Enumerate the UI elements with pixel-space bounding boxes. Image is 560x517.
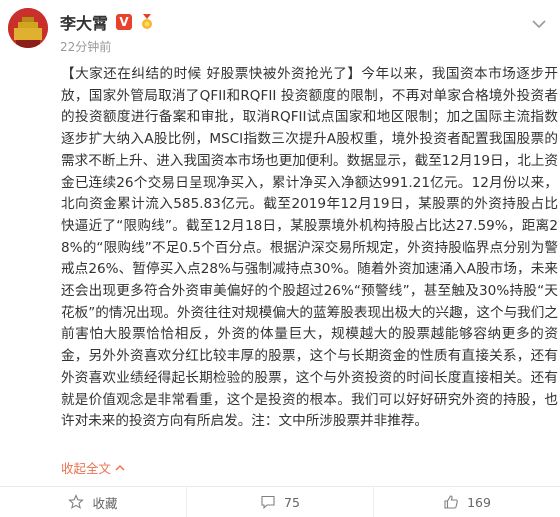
- avatar[interactable]: [8, 8, 48, 48]
- collapse-button[interactable]: 收起全文: [61, 458, 125, 477]
- favorite-label: 收藏: [92, 495, 118, 511]
- like-button[interactable]: 169: [373, 487, 560, 517]
- favorite-button[interactable]: 收藏: [0, 487, 186, 517]
- like-count: 169: [467, 494, 491, 510]
- verified-v-icon: V: [116, 14, 133, 30]
- post-toolbar: 收藏 75 169: [0, 486, 560, 517]
- comment-count: 75: [284, 494, 300, 510]
- author-row: 李大霄 V: [60, 10, 154, 34]
- star-icon: [68, 494, 85, 509]
- medal-icon: [140, 14, 154, 30]
- author-name[interactable]: 李大霄: [60, 10, 108, 34]
- post-time: 22分钟前: [60, 40, 112, 54]
- post-header: 李大霄 V 22分钟前: [0, 0, 560, 62]
- comment-button[interactable]: 75: [186, 487, 373, 517]
- post-content: 【大家还在纠结的时候 好股票快被外资抢光了】今年以来，我国资本市场逐步开放，国家…: [61, 66, 558, 430]
- chevron-up-icon: [115, 464, 125, 471]
- comment-icon: [261, 495, 275, 510]
- chevron-down-icon[interactable]: [532, 14, 546, 29]
- thumb-up-icon: [444, 495, 458, 509]
- collapse-label: 收起全文: [61, 461, 112, 476]
